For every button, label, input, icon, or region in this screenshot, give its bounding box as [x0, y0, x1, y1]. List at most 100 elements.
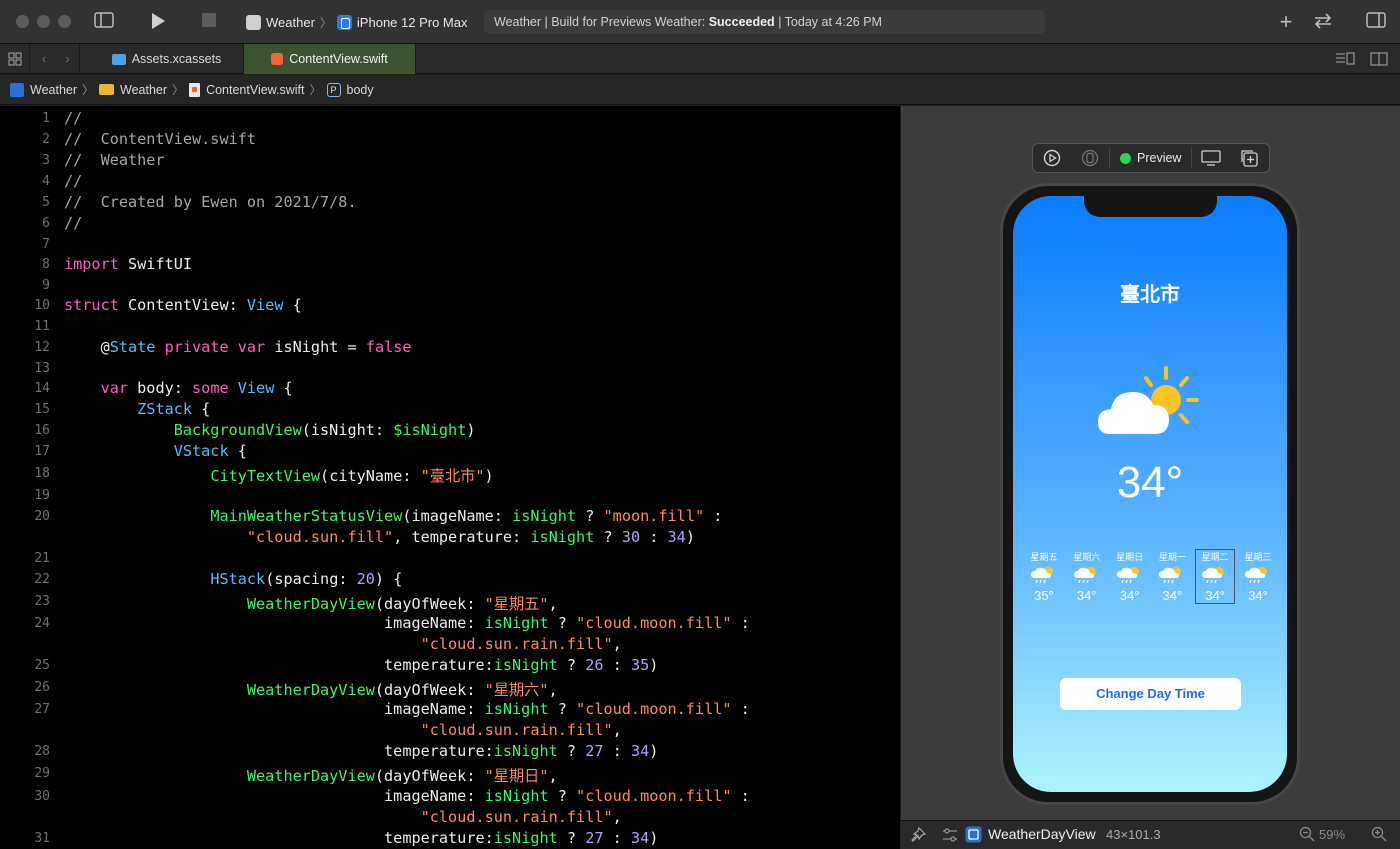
- canvas-status-bar: WeatherDayView 43×101.3 59%: [901, 820, 1400, 849]
- zoom-out-icon[interactable]: [1299, 826, 1315, 845]
- weather-day-view[interactable]: 星期一 34°: [1153, 550, 1191, 603]
- device-settings-icon[interactable]: [1192, 144, 1230, 172]
- chevron-right-icon: 〉: [319, 15, 332, 30]
- project-icon: [10, 82, 24, 97]
- code-line: temperature:isNight ? 27 : 34): [64, 829, 659, 847]
- selection-name: WeatherDayView: [988, 826, 1096, 842]
- minimize-window-button[interactable]: [37, 15, 50, 28]
- code-line: //: [64, 172, 83, 190]
- split-editor-icon[interactable]: [1364, 44, 1394, 74]
- line-number: 23: [34, 594, 50, 609]
- weather-day-view[interactable]: 星期三 34°: [1239, 550, 1277, 603]
- property-icon: P: [326, 82, 341, 97]
- day-of-week: 星期六: [1073, 552, 1101, 562]
- device-preview-icon[interactable]: [1071, 144, 1109, 172]
- build-status: Succeeded: [708, 15, 775, 29]
- tab-bar: ‹ › Assets.xcassets ContentView.swift: [0, 44, 1400, 74]
- preview-status: Preview: [1109, 148, 1193, 168]
- day-temperature: 34°: [1162, 588, 1183, 603]
- code-line: "cloud.sun.rain.fill",: [420, 721, 622, 739]
- forecast-row: 星期五 35° 星期六 34° 星期日 34° 星期一 34° 星期二 34° …: [1025, 549, 1277, 604]
- line-number: 25: [34, 658, 50, 673]
- live-preview-icon[interactable]: [1033, 144, 1071, 172]
- line-number: 18: [34, 466, 50, 481]
- weather-day-view[interactable]: 星期五 35°: [1025, 550, 1063, 603]
- code-review-icon[interactable]: [1311, 12, 1335, 36]
- activity-time: | Today at 4:26 PM: [778, 15, 882, 29]
- device-icon: [336, 14, 352, 30]
- line-number: 1: [42, 111, 50, 126]
- zoom-window-button[interactable]: [58, 15, 71, 28]
- zoom-level[interactable]: 59%: [1319, 827, 1345, 842]
- inspector-toggle-icon[interactable]: [1364, 12, 1388, 34]
- line-number: 17: [34, 444, 50, 459]
- selection-size: 43×101.3: [1106, 827, 1161, 842]
- day-temperature: 34°: [1119, 588, 1140, 603]
- grid-icon[interactable]: [0, 44, 30, 74]
- breadcrumb-label: body: [346, 82, 374, 97]
- tab-assets[interactable]: Assets.xcassets: [90, 44, 244, 74]
- day-temperature: 34°: [1076, 588, 1097, 603]
- day-of-week: 星期一: [1158, 552, 1186, 562]
- breadcrumb-label: Weather: [120, 82, 168, 97]
- cloud-sun-rain-fill-icon: [1196, 564, 1234, 584]
- breadcrumb-label: ContentView.swift: [206, 82, 305, 97]
- weather-day-view-selected[interactable]: 星期二 34°: [1195, 549, 1236, 604]
- breadcrumb-label: Weather: [30, 82, 78, 97]
- code-line: struct ContentView: View {: [64, 296, 302, 314]
- tab-contentview[interactable]: ContentView.swift: [244, 44, 416, 74]
- code-line: MainWeatherStatusView(imageName: isNight…: [210, 507, 723, 525]
- line-number: 5: [42, 195, 50, 210]
- notch: [1084, 196, 1217, 217]
- code-line: HStack(spacing: 20) {: [210, 570, 403, 588]
- activity-viewer: Weather | Build for Previews Weather: Su…: [484, 10, 1045, 34]
- stop-icon[interactable]: [200, 13, 218, 33]
- line-number: 10: [34, 298, 50, 313]
- line-number: 7: [42, 237, 50, 252]
- run-icon[interactable]: [148, 12, 168, 36]
- change-day-time-button[interactable]: Change Day Time: [1060, 678, 1241, 710]
- editor-options-icon[interactable]: [1330, 44, 1360, 74]
- code-line: // Created by Ewen on 2021/7/8.: [64, 193, 357, 211]
- breadcrumb-file[interactable]: ContentView.swift: [189, 82, 305, 97]
- tab-label: Assets.xcassets: [131, 52, 222, 66]
- code-line: VStack {: [173, 442, 247, 460]
- navigator-toggle-icon[interactable]: [92, 12, 116, 34]
- back-chevron-icon[interactable]: ‹: [30, 44, 58, 74]
- zoom-in-icon[interactable]: [1371, 826, 1387, 845]
- add-icon[interactable]: +: [1276, 11, 1296, 33]
- weather-day-view[interactable]: 星期日 34°: [1111, 550, 1149, 603]
- breadcrumb-symbol[interactable]: Pbody: [326, 82, 374, 97]
- adjust-icon[interactable]: [941, 826, 959, 847]
- code-line: temperature:isNight ? 27 : 34): [64, 742, 659, 760]
- cloud-sun-rain-fill-icon: [1068, 564, 1106, 584]
- source-editor[interactable]: 1 2 3 4 5 6 7 8 9 10 11 12 13 14 15 16 17 18 19 20 21 22 23 24 2…: [0, 106, 900, 849]
- breadcrumb-project[interactable]: Weather: [10, 82, 78, 97]
- scheme-selector[interactable]: Weather 〉 iPhone 12 Pro Max: [246, 12, 468, 32]
- breadcrumb-group[interactable]: Weather: [99, 83, 167, 97]
- code-line: //: [64, 109, 83, 127]
- weather-day-view[interactable]: 星期六 34°: [1068, 550, 1106, 603]
- pin-icon[interactable]: [909, 826, 927, 847]
- line-number: 22: [34, 572, 50, 587]
- code-line: @State private var isNight = false: [64, 338, 412, 356]
- code-line: var body: some View {: [100, 379, 293, 397]
- code-line: imageName: isNight ? "cloud.moon.fill" :: [64, 787, 750, 805]
- code-line: ZStack {: [137, 400, 211, 418]
- tab-label: ContentView.swift: [289, 52, 388, 66]
- line-number: 15: [34, 402, 50, 417]
- line-number: 29: [34, 766, 50, 781]
- line-number: 4: [42, 174, 50, 189]
- code-line: imageName: isNight ? "cloud.moon.fill" :: [64, 614, 750, 632]
- scheme-app-label: Weather: [266, 14, 315, 30]
- xcode-window: Weather 〉 iPhone 12 Pro Max Weather | Bu…: [0, 0, 1400, 849]
- scheme-device-label: iPhone 12 Pro Max: [356, 14, 468, 30]
- forward-chevron-icon[interactable]: ›: [56, 44, 80, 74]
- duplicate-preview-icon[interactable]: [1230, 144, 1268, 172]
- folder-icon: [99, 84, 115, 95]
- line-number: 11: [34, 319, 50, 334]
- line-number: 20: [34, 509, 50, 524]
- close-window-button[interactable]: [16, 15, 29, 28]
- line-number: 19: [34, 488, 50, 503]
- line-number: 30: [34, 789, 50, 804]
